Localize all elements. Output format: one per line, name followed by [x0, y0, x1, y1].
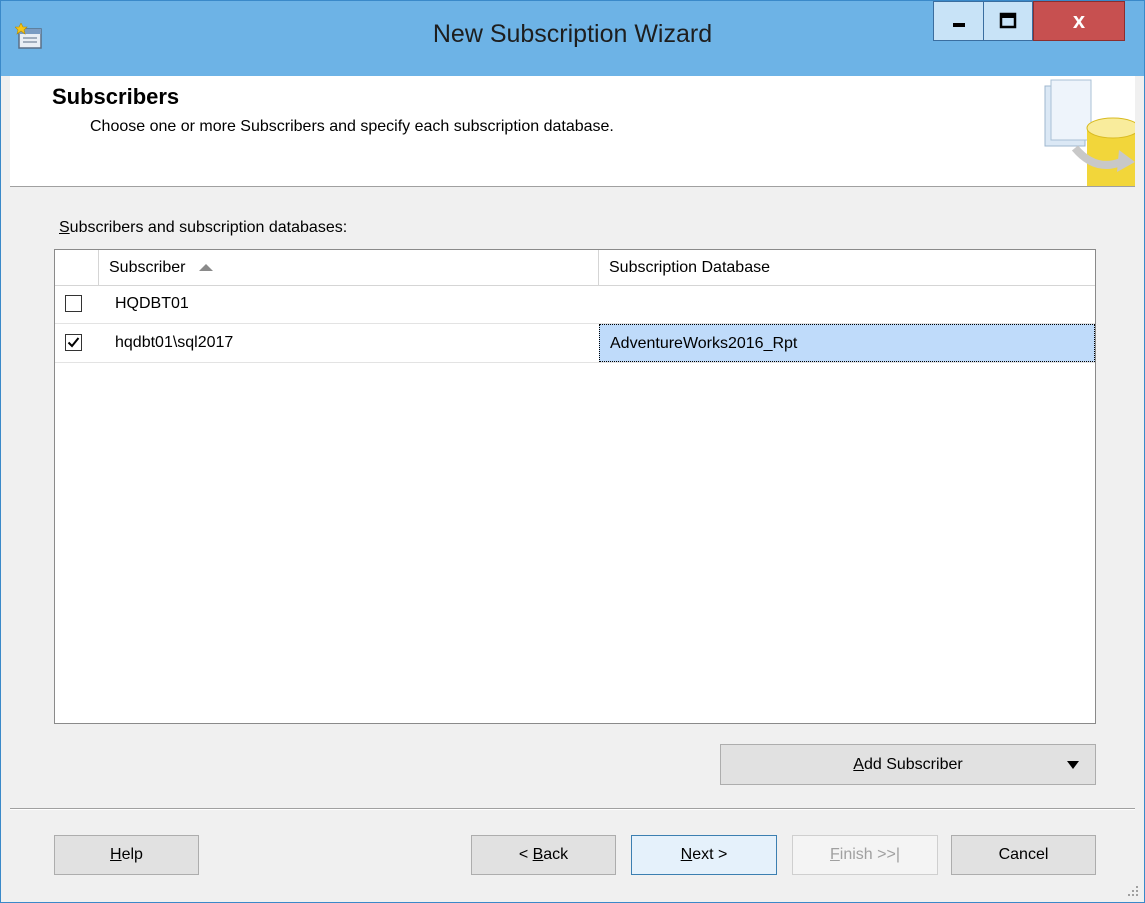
- next-label: ext >: [692, 846, 728, 863]
- close-icon: x: [1072, 8, 1086, 33]
- close-button[interactable]: x: [1033, 1, 1125, 41]
- finish-mnemonic: F: [830, 846, 840, 863]
- subscription-database-cell[interactable]: [599, 285, 1095, 323]
- database-column-header[interactable]: Subscription Database: [599, 250, 1095, 285]
- subscriber-cell: hqdbt01\sql2017: [115, 334, 234, 351]
- resize-grip-icon[interactable]: [1126, 884, 1140, 898]
- minimize-icon: [952, 23, 965, 27]
- back-button[interactable]: < Back: [471, 835, 616, 875]
- subscription-database-cell[interactable]: AdventureWorks2016_Rpt: [599, 324, 1095, 362]
- subscribers-grid[interactable]: Subscriber Subscription Database HQDBT01…: [54, 249, 1096, 724]
- add-subscriber-mnemonic: A: [853, 756, 864, 773]
- minimize-button[interactable]: [933, 1, 983, 41]
- page-title: Subscribers: [52, 84, 180, 109]
- next-mnemonic: N: [680, 846, 693, 863]
- subscriber-column-header[interactable]: Subscriber: [99, 250, 599, 285]
- cancel-button[interactable]: Cancel: [951, 835, 1096, 875]
- subscriber-checkbox[interactable]: [65, 295, 82, 312]
- add-subscriber-button[interactable]: Add Subscriber: [720, 744, 1096, 785]
- title-bar[interactable]: New Subscription Wizard x: [1, 1, 1144, 76]
- back-prefix: <: [518, 846, 533, 863]
- label-mnemonic: S: [59, 219, 70, 236]
- wizard-window: New Subscription Wizard x Subscribers Ch…: [0, 0, 1145, 903]
- back-label: ack: [543, 846, 569, 863]
- help-button[interactable]: Help: [54, 835, 199, 875]
- page-description: Choose one or more Subscribers and speci…: [90, 118, 614, 135]
- subscriber-column-label: Subscriber: [109, 259, 186, 276]
- dropdown-arrow-icon: [1067, 761, 1079, 769]
- subscriber-checkbox[interactable]: [65, 334, 82, 351]
- footer-divider: [10, 808, 1135, 810]
- checkbox-column-header[interactable]: [55, 250, 99, 285]
- subscriber-cell: HQDBT01: [115, 295, 189, 312]
- sort-ascending-icon: [199, 264, 214, 272]
- database-subscription-icon: [1044, 79, 1135, 186]
- subscribers-list-label: Subscribers and subscription databases:: [59, 219, 347, 237]
- table-row[interactable]: HQDBT01: [55, 285, 1095, 324]
- add-subscriber-label: dd Subscriber: [863, 756, 963, 773]
- next-button[interactable]: Next >: [631, 835, 777, 875]
- checkmark-icon: [67, 337, 80, 348]
- wizard-header: Subscribers Choose one or more Subscribe…: [10, 76, 1135, 187]
- table-row[interactable]: hqdbt01\sql2017 AdventureWorks2016_Rpt: [55, 324, 1095, 363]
- label-rest: ubscribers and subscription databases:: [69, 219, 348, 236]
- finish-button[interactable]: Finish >>|: [792, 835, 938, 875]
- help-mnemonic: H: [110, 846, 122, 863]
- maximize-button[interactable]: [983, 1, 1033, 41]
- back-mnemonic: B: [532, 846, 544, 863]
- finish-label: inish >>|: [839, 846, 900, 863]
- database-column-label: Subscription Database: [609, 259, 770, 276]
- grid-header: Subscriber Subscription Database: [55, 250, 1095, 286]
- maximize-icon: [999, 12, 1017, 29]
- help-label: elp: [121, 846, 143, 863]
